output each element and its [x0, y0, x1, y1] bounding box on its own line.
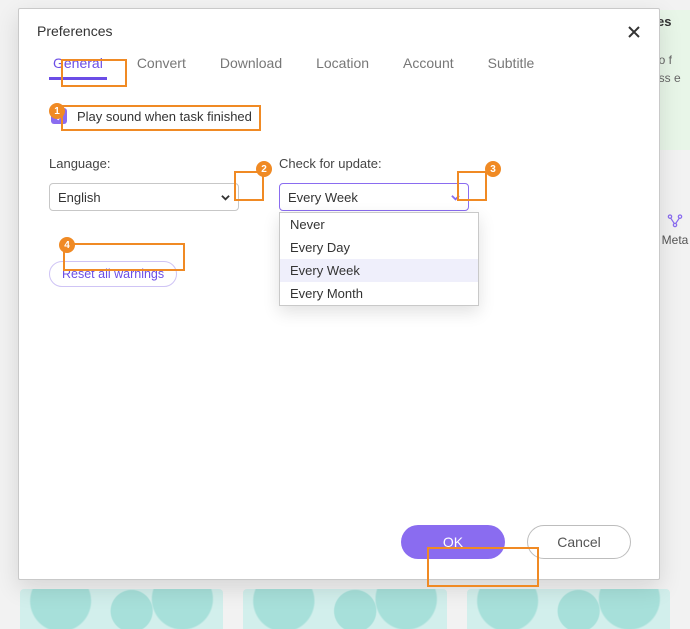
dialog-content: Play sound when task finished Language: … [19, 86, 659, 509]
play-sound-label: Play sound when task finished [77, 109, 252, 124]
update-option-never[interactable]: Never [280, 213, 478, 236]
background-thumbnails [20, 589, 670, 629]
reset-warnings-button[interactable]: Reset all warnings [49, 261, 177, 287]
language-select[interactable]: English [49, 183, 239, 211]
update-label: Check for update: [279, 156, 479, 171]
language-label: Language: [49, 156, 249, 171]
metadata-icon: Meta [660, 210, 690, 260]
ok-button[interactable]: OK [401, 525, 505, 559]
tab-subtitle[interactable]: Subtitle [484, 49, 539, 80]
update-option-every-week[interactable]: Every Week [280, 259, 478, 282]
chevron-down-icon [220, 192, 230, 202]
language-value: English [58, 190, 101, 205]
tabs-bar: General Convert Download Location Accoun… [19, 49, 659, 86]
tab-convert[interactable]: Convert [133, 49, 190, 80]
cancel-button[interactable]: Cancel [527, 525, 631, 559]
close-button[interactable] [623, 21, 645, 43]
play-sound-checkbox[interactable] [51, 108, 67, 124]
tab-location[interactable]: Location [312, 49, 373, 80]
update-option-every-day[interactable]: Every Day [280, 236, 478, 259]
update-option-every-month[interactable]: Every Month [280, 282, 478, 305]
play-sound-row[interactable]: Play sound when task finished [49, 104, 629, 128]
tab-account[interactable]: Account [399, 49, 458, 80]
tab-download[interactable]: Download [216, 49, 286, 80]
update-value: Every Week [288, 190, 358, 205]
update-select[interactable]: Every Week [279, 183, 469, 211]
dialog-footer: OK Cancel [19, 509, 659, 579]
tab-general[interactable]: General [49, 49, 107, 80]
update-dropdown: Never Every Day Every Week Every Month [279, 212, 479, 306]
preferences-dialog: Preferences General Convert Download Loc… [18, 8, 660, 580]
dialog-title: Preferences [19, 9, 659, 49]
chevron-down-icon [450, 192, 460, 202]
